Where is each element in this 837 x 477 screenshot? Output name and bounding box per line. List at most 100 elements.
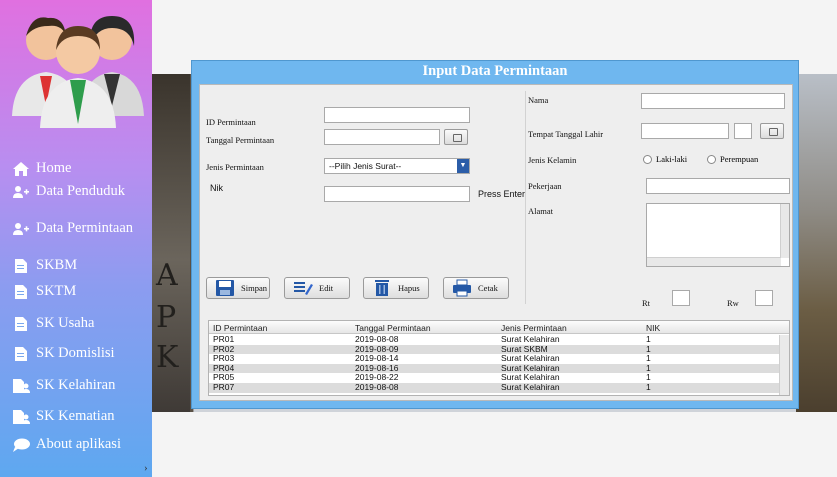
list-edit-icon: [294, 282, 313, 295]
vertical-scrollbar[interactable]: [780, 204, 789, 258]
label-nik: Nik: [210, 183, 223, 193]
label-alamat: Alamat: [528, 206, 554, 216]
home-icon: [13, 161, 29, 176]
save-button[interactable]: Simpan: [206, 277, 270, 299]
radio-laki-laki[interactable]: Laki-laki: [643, 154, 687, 164]
sidebar-item-label: SK Kelahiran: [36, 377, 116, 393]
edit-button-label: Edit: [319, 283, 334, 293]
date-picker-button[interactable]: [444, 129, 468, 145]
printer-icon: [453, 279, 471, 297]
delete-button-label: Hapus: [398, 283, 420, 293]
sidebar-item-label: SK Kematian: [36, 408, 115, 424]
sidebar-item-data-permintaan[interactable]: Data Permintaan: [12, 220, 133, 237]
delete-button[interactable]: Hapus: [363, 277, 429, 299]
panel-divider: [525, 91, 526, 304]
column-header[interactable]: ID Permintaan: [213, 323, 267, 333]
table-cell: Surat Kelahiran: [501, 382, 560, 392]
document-icon: [15, 316, 27, 331]
label-jenis-permintaan: Jenis Permintaan: [206, 162, 264, 172]
label-rw: Rw: [727, 298, 739, 308]
table-row[interactable]: PR04 2019-08-16 Surat Kelahiran 1: [209, 363, 779, 374]
radio-perempuan[interactable]: Perempuan: [707, 154, 758, 164]
document-icon: [15, 284, 27, 299]
rw-field[interactable]: [755, 290, 773, 306]
document-icon: [15, 346, 27, 361]
sidebar-item-sk-usaha[interactable]: SK Usaha: [12, 315, 94, 332]
table-cell: 1: [646, 382, 651, 392]
table-row[interactable]: PR03 2019-08-14 Surat Kelahiran 1: [209, 354, 779, 364]
table-row[interactable]: PR01 2019-08-08 Surat Kelahiran 1: [209, 334, 779, 345]
label-tempat-tanggal-lahir: Tempat Tanggal Lahir: [528, 129, 604, 139]
jenis-permintaan-select[interactable]: --Pilih Jenis Surat-- ▼: [324, 158, 470, 174]
chat-bubble-icon: [13, 438, 30, 452]
background-letter: K: [156, 340, 179, 375]
edit-button[interactable]: Edit: [284, 277, 350, 299]
nama-field[interactable]: [641, 93, 785, 109]
sidebar: Home Data Penduduk Data Permintaan SKBM …: [0, 0, 152, 477]
table-row[interactable]: PR07 2019-08-08 Surat Kelahiran 1: [209, 382, 779, 393]
sidebar-item-label: SKTM: [36, 283, 77, 299]
form-panel: ID Permintaan Tanggal Permintaan Jenis P…: [199, 84, 793, 401]
sidebar-item-sktm[interactable]: SKTM: [12, 283, 76, 300]
table-cell: PR07: [213, 382, 235, 392]
table-cell: 2019-08-08: [355, 382, 399, 392]
select-value: --Pilih Jenis Surat--: [329, 161, 402, 171]
label-rt: Rt: [642, 298, 651, 308]
sidebar-item-data-penduduk[interactable]: Data Penduduk: [12, 183, 125, 200]
floppy-disk-icon: [216, 280, 234, 296]
radio-label: Laki-laki: [656, 154, 688, 164]
column-header[interactable]: NIK: [646, 323, 660, 333]
background-photo-right: [796, 74, 837, 412]
radio-label: Perempuan: [720, 154, 759, 164]
label-tanggal-permintaan: Tanggal Permintaan: [206, 135, 275, 145]
sidebar-item-label: SKBM: [36, 257, 78, 273]
tanggal-permintaan-field[interactable]: [324, 129, 440, 145]
sidebar-item-sk-domislisi[interactable]: SK Domislisi: [12, 345, 115, 362]
tanggal-lahir-field[interactable]: [734, 123, 752, 139]
pekerjaan-field[interactable]: [646, 178, 790, 194]
people-plus-icon: [13, 222, 29, 235]
users-avatar-icon: [12, 16, 144, 128]
rt-field[interactable]: [672, 290, 690, 306]
horizontal-scrollbar[interactable]: [647, 257, 781, 266]
document-person-icon: [13, 409, 30, 424]
radio-circle: [643, 154, 652, 164]
print-button[interactable]: Cetak: [443, 277, 509, 299]
label-nama: Nama: [528, 95, 549, 105]
table-row[interactable]: PR02 2019-08-09 Surat SKBM 1: [209, 344, 779, 355]
sidebar-item-label: SK Usaha: [36, 315, 95, 331]
sidebar-item-skbm[interactable]: SKBM: [12, 257, 77, 274]
sidebar-item-home[interactable]: Home: [12, 160, 71, 177]
table-vertical-scrollbar[interactable]: [779, 335, 789, 395]
tempat-lahir-field[interactable]: [641, 123, 729, 139]
print-button-label: Cetak: [478, 283, 498, 293]
document-person-icon: [13, 378, 30, 393]
column-header[interactable]: Tanggal Permintaan: [355, 323, 431, 333]
sidebar-item-sk-kelahiran[interactable]: SK Kelahiran: [12, 377, 115, 394]
chevron-down-icon: ▼: [457, 159, 469, 173]
people-plus-icon: [13, 185, 29, 198]
sidebar-item-label: SK Domislisi: [36, 345, 115, 361]
permintaan-table: ID Permintaan Tanggal Permintaan Jenis P…: [208, 320, 790, 396]
table-header: ID Permintaan Tanggal Permintaan Jenis P…: [209, 321, 789, 334]
sidebar-item-about[interactable]: About aplikasi: [12, 436, 121, 453]
table-row[interactable]: PR05 2019-08-22 Surat Kelahiran 1: [209, 373, 779, 383]
column-header[interactable]: Jenis Permintaan: [501, 323, 567, 333]
input-dialog: Input Data Permintaan ID Permintaan Tang…: [191, 60, 799, 409]
date-picker-button[interactable]: [760, 123, 784, 139]
press-enter-hint: Press Enter: [478, 189, 526, 199]
trash-icon: [375, 280, 389, 296]
alamat-textarea[interactable]: [646, 203, 790, 267]
save-button-label: Simpan: [241, 283, 267, 293]
id-permintaan-field[interactable]: [324, 107, 470, 123]
label-pekerjaan: Pekerjaan: [528, 181, 562, 191]
radio-circle: [707, 154, 716, 164]
background-letter: A: [156, 258, 178, 293]
label-id-permintaan: ID Permintaan: [206, 117, 256, 127]
sidebar-collapse-button[interactable]: ›: [144, 462, 148, 474]
sidebar-item-label: Home: [36, 160, 72, 176]
sidebar-item-sk-kematian[interactable]: SK Kematian: [12, 408, 115, 425]
dialog-title: Input Data Permintaan: [422, 63, 568, 79]
sidebar-item-label: Data Permintaan: [36, 220, 134, 236]
nik-field[interactable]: [324, 186, 470, 202]
